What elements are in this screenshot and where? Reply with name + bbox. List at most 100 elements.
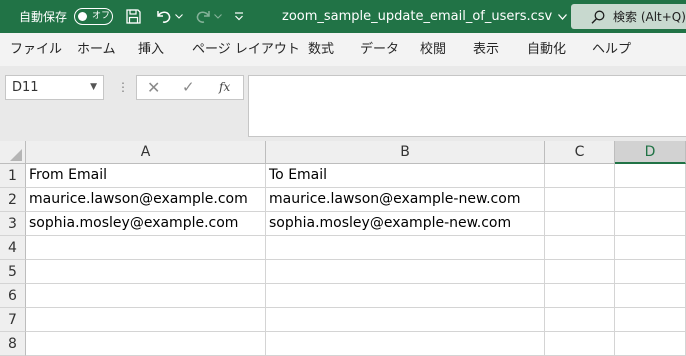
table-row: 7 xyxy=(0,308,686,332)
cell-b7[interactable] xyxy=(266,308,545,332)
cell-a3[interactable]: sophia.mosley@example.com xyxy=(26,212,266,236)
formula-input[interactable] xyxy=(248,75,686,137)
cell-d8[interactable] xyxy=(615,332,686,356)
table-row: 1 From Email To Email xyxy=(0,164,686,188)
column-header-b[interactable]: B xyxy=(266,141,545,164)
tab-review[interactable]: 校閲 xyxy=(420,33,446,66)
row-header[interactable]: 7 xyxy=(0,308,26,332)
column-header-d[interactable]: D xyxy=(615,141,686,164)
cell-a1[interactable]: From Email xyxy=(26,164,266,188)
formula-bar: D11 ▼ ⋮ ✕ ✓ fx xyxy=(0,66,686,141)
cell-c1[interactable] xyxy=(545,164,615,188)
cell-d7[interactable] xyxy=(615,308,686,332)
chevron-down-icon xyxy=(214,14,222,19)
cell-c3[interactable] xyxy=(545,212,615,236)
tab-data[interactable]: データ xyxy=(360,33,399,66)
customize-toolbar-icon xyxy=(235,12,243,21)
cell-b4[interactable] xyxy=(266,236,545,260)
cell-b8[interactable] xyxy=(266,332,545,356)
title-bar: 自動保存 オフ zoom_sample_update_email_of_user… xyxy=(0,0,686,33)
tab-home[interactable]: ホーム xyxy=(77,33,116,66)
tab-view[interactable]: 表示 xyxy=(473,33,499,66)
formula-buttons: ✕ ✓ fx xyxy=(136,75,244,100)
row-header[interactable]: 2 xyxy=(0,188,26,212)
table-row: 4 xyxy=(0,236,686,260)
tab-page-layout[interactable]: ページ レイアウト xyxy=(192,33,300,66)
tab-help[interactable]: ヘルプ xyxy=(592,33,631,66)
cell-b5[interactable] xyxy=(266,260,545,284)
cancel-icon[interactable]: ✕ xyxy=(147,76,160,99)
table-row: 6 xyxy=(0,284,686,308)
row-header[interactable]: 1 xyxy=(0,164,26,188)
cell-d1[interactable] xyxy=(615,164,686,188)
cell-d5[interactable] xyxy=(615,260,686,284)
redo-dropdown[interactable] xyxy=(212,0,224,33)
cell-a6[interactable] xyxy=(26,284,266,308)
table-row: 8 xyxy=(0,332,686,356)
undo-button[interactable] xyxy=(152,0,174,33)
cell-a7[interactable] xyxy=(26,308,266,332)
cell-a5[interactable] xyxy=(26,260,266,284)
autosave-label: 自動保存 xyxy=(19,10,68,24)
save-icon xyxy=(125,9,141,24)
save-button[interactable] xyxy=(123,0,143,33)
toggle-knob xyxy=(78,11,87,21)
table-row: 5 xyxy=(0,260,686,284)
cell-d4[interactable] xyxy=(615,236,686,260)
row-header[interactable]: 8 xyxy=(0,332,26,356)
tab-insert[interactable]: 挿入 xyxy=(138,33,164,66)
cell-b6[interactable] xyxy=(266,284,545,308)
worksheet: A B C D 1 From Email To Email 2 maurice.laws… xyxy=(0,141,686,356)
cell-a8[interactable] xyxy=(26,332,266,356)
table-row: 3 sophia.mosley@example.com sophia.mosley@… xyxy=(0,212,686,236)
cell-c4[interactable] xyxy=(545,236,615,260)
cell-c8[interactable] xyxy=(545,332,615,356)
select-all-icon xyxy=(10,149,22,161)
ribbon-tabs: ファイル ホーム 挿入 ページ レイアウト 数式 データ 校閲 表示 自動化 ヘ… xyxy=(0,33,686,66)
column-header-c[interactable]: C xyxy=(545,141,615,164)
chevron-down-icon xyxy=(558,13,568,20)
cell-c6[interactable] xyxy=(545,284,615,308)
row-header[interactable]: 4 xyxy=(0,236,26,260)
cell-c2[interactable] xyxy=(545,188,615,212)
customize-toolbar-button[interactable] xyxy=(232,0,246,33)
document-title[interactable]: zoom_sample_update_email_of_users.csv xyxy=(282,0,568,33)
cell-c5[interactable] xyxy=(545,260,615,284)
column-header-a[interactable]: A xyxy=(26,141,266,164)
name-box[interactable]: D11 ▼ xyxy=(5,75,104,100)
row-header[interactable]: 5 xyxy=(0,260,26,284)
enter-icon[interactable]: ✓ xyxy=(182,76,195,99)
search-icon xyxy=(591,10,605,24)
cell-b2[interactable]: maurice.lawson@example-new.com xyxy=(266,188,545,212)
column-headers: A B C D xyxy=(0,141,686,164)
table-row: 2 maurice.lawson@example.com maurice.lawso… xyxy=(0,188,686,212)
tab-formulas[interactable]: 数式 xyxy=(308,33,334,66)
autosave-state: オフ xyxy=(92,11,111,21)
autosave-toggle[interactable]: オフ xyxy=(74,8,113,25)
undo-icon xyxy=(156,11,170,23)
search-label: 検索 (Alt+Q) xyxy=(613,10,686,24)
search-box[interactable]: 検索 (Alt+Q) xyxy=(571,4,686,29)
cell-b3[interactable]: sophia.mosley@example-new.com xyxy=(266,212,545,236)
name-box-value: D11 xyxy=(12,80,39,95)
cell-a4[interactable] xyxy=(26,236,266,260)
cell-c7[interactable] xyxy=(545,308,615,332)
chevron-down-icon xyxy=(175,14,183,19)
chevron-down-icon[interactable]: ▼ xyxy=(90,76,97,99)
select-all-button[interactable] xyxy=(0,141,26,164)
redo-icon xyxy=(196,11,210,23)
redo-button[interactable] xyxy=(192,0,214,33)
tab-file[interactable]: ファイル xyxy=(10,33,62,66)
row-header[interactable]: 6 xyxy=(0,284,26,308)
row-header[interactable]: 3 xyxy=(0,212,26,236)
undo-dropdown[interactable] xyxy=(173,0,185,33)
tab-automate[interactable]: 自動化 xyxy=(527,33,566,66)
cell-d3[interactable] xyxy=(615,212,686,236)
cell-d2[interactable] xyxy=(615,188,686,212)
insert-function-icon[interactable]: fx xyxy=(219,76,230,99)
more-options-icon[interactable]: ⋮ xyxy=(117,75,129,100)
cell-b1[interactable]: To Email xyxy=(266,164,545,188)
file-name: zoom_sample_update_email_of_users.csv xyxy=(282,9,553,24)
cell-d6[interactable] xyxy=(615,284,686,308)
cell-a2[interactable]: maurice.lawson@example.com xyxy=(26,188,266,212)
